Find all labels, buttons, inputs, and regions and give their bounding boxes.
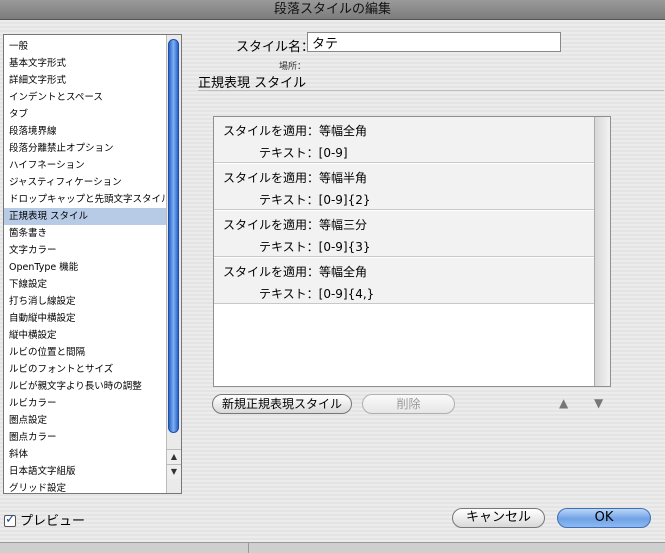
category-item[interactable]: ハイフネーション bbox=[4, 157, 166, 174]
scroll-down-arrow-icon[interactable]: ▼ bbox=[167, 464, 181, 479]
category-item[interactable]: ルビが親文字より長い時の調整 bbox=[4, 378, 166, 395]
status-bar bbox=[0, 542, 665, 553]
category-item[interactable]: 段落分離禁止オプション bbox=[4, 140, 166, 157]
category-item[interactable]: ジャスティフィケーション bbox=[4, 174, 166, 191]
rule-apply-style: スタイルを適用：等幅全角 bbox=[223, 265, 368, 279]
regex-rule-row[interactable]: スタイルを適用：等幅半角テキスト：[0-9]{2} bbox=[214, 164, 594, 210]
preview-checkbox[interactable]: ✓ プレビュー bbox=[4, 510, 85, 529]
category-item[interactable]: 段落境界線 bbox=[4, 123, 166, 140]
edit-paragraph-style-dialog: 一般 基本文字形式 詳細文字形式 インデントとスペース タブ 段落境界線 段落分離禁止オプシ… bbox=[0, 20, 665, 542]
category-item[interactable]: 縦中横設定 bbox=[4, 327, 166, 344]
category-item[interactable]: グリッド設定 bbox=[4, 480, 166, 493]
category-item[interactable]: インデントとスペース bbox=[4, 89, 166, 106]
category-item[interactable]: 詳細文字形式 bbox=[4, 72, 166, 89]
scrollbar-thumb[interactable] bbox=[168, 39, 179, 433]
category-item[interactable]: ルビの位置と間隔 bbox=[4, 344, 166, 361]
move-down-icon[interactable]: ▼ bbox=[594, 396, 603, 410]
rule-apply-style: スタイルを適用：等幅全角 bbox=[223, 124, 368, 138]
move-up-icon[interactable]: ▲ bbox=[559, 396, 568, 410]
category-item[interactable]: OpenType 機能 bbox=[4, 259, 166, 276]
rule-text-pattern: テキスト：[0-9]{2} bbox=[259, 193, 371, 207]
category-item[interactable]: 圏点設定 bbox=[4, 412, 166, 429]
category-list[interactable]: 一般 基本文字形式 詳細文字形式 インデントとスペース タブ 段落境界線 段落分離禁止オプシ… bbox=[3, 34, 182, 494]
category-item[interactable]: 打ち消し線設定 bbox=[4, 293, 166, 310]
category-items: 一般 基本文字形式 詳細文字形式 インデントとスペース タブ 段落境界線 段落分離禁止オプシ… bbox=[4, 38, 166, 493]
category-scrollbar[interactable]: ▲ ▼ bbox=[166, 35, 181, 493]
category-item[interactable]: 一般 bbox=[4, 38, 166, 55]
style-name-label: スタイル名： bbox=[236, 40, 315, 55]
rule-text-pattern: テキスト：[0-9]{4,} bbox=[259, 287, 375, 301]
rule-text-pattern: テキスト：[0-9] bbox=[259, 146, 348, 160]
category-item[interactable]: ルビのフォントとサイズ bbox=[4, 361, 166, 378]
regex-list-scrollbar[interactable] bbox=[594, 117, 610, 386]
category-item[interactable]: ルビカラー bbox=[4, 395, 166, 412]
scroll-up-arrow-icon[interactable]: ▲ bbox=[167, 449, 181, 464]
regex-rule-row[interactable]: スタイルを適用：等幅三分テキスト：[0-9]{3} bbox=[214, 211, 594, 257]
checkbox-box[interactable]: ✓ bbox=[4, 512, 16, 527]
category-item[interactable]: ドロップキャップと先頭文字スタイル bbox=[4, 191, 166, 208]
new-regex-style-button[interactable]: 新規正規表現スタイル bbox=[212, 394, 352, 414]
category-item[interactable]: 日本語文字組版 bbox=[4, 463, 166, 480]
regex-rule-row[interactable]: スタイルを適用：等幅全角テキスト：[0-9] bbox=[214, 117, 594, 163]
regex-rule-row[interactable]: スタイルを適用：等幅全角テキスト：[0-9]{4,} bbox=[214, 258, 594, 304]
category-item[interactable]: 圏点カラー bbox=[4, 429, 166, 446]
section-title: 正規表現 スタイル bbox=[198, 76, 307, 91]
category-item[interactable]: 箇条書き bbox=[4, 225, 166, 242]
delete-button[interactable]: 削除 bbox=[362, 394, 455, 414]
category-item[interactable]: 下線設定 bbox=[4, 276, 166, 293]
ok-button[interactable]: OK bbox=[557, 508, 651, 528]
rule-apply-style: スタイルを適用：等幅半角 bbox=[223, 171, 368, 185]
rule-text-pattern: テキスト：[0-9]{3} bbox=[259, 240, 371, 254]
style-name-input[interactable] bbox=[307, 32, 561, 52]
category-item[interactable]: 自動縦中横設定 bbox=[4, 310, 166, 327]
category-item[interactable]: 斜体 bbox=[4, 446, 166, 463]
regex-style-list[interactable]: スタイルを適用：等幅全角 テキスト：[0-9]{4,} スタイルを適用：等幅三分 テキ… bbox=[213, 116, 611, 387]
cancel-button[interactable]: キャンセル bbox=[452, 508, 545, 528]
category-item[interactable]: 正規表現 スタイル bbox=[4, 208, 166, 225]
category-item[interactable]: 基本文字形式 bbox=[4, 55, 166, 72]
window-title: 段落スタイルの編集 bbox=[0, 0, 665, 20]
location-label: 場所： bbox=[279, 62, 307, 72]
category-item[interactable]: 文字カラー bbox=[4, 242, 166, 259]
section-divider bbox=[198, 90, 664, 91]
category-item[interactable]: タブ bbox=[4, 106, 166, 123]
preview-label: プレビュー bbox=[20, 514, 86, 529]
checkmark-icon: ✓ bbox=[5, 512, 16, 527]
rule-apply-style: スタイルを適用：等幅三分 bbox=[223, 218, 368, 232]
